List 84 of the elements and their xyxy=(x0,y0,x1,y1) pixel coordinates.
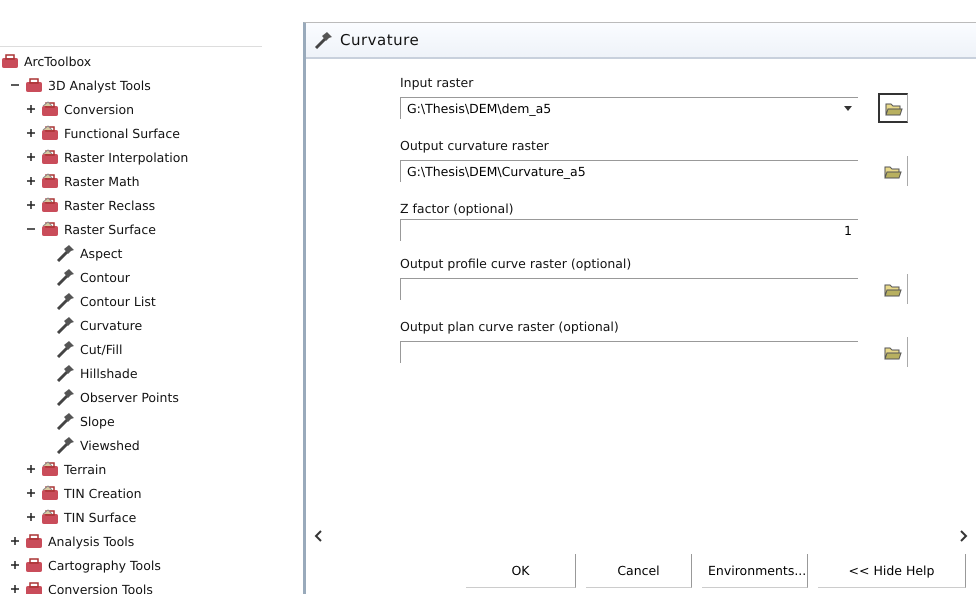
toolset-icon xyxy=(40,221,60,237)
expand-icon[interactable] xyxy=(27,489,35,497)
toolbox-icon xyxy=(24,581,44,594)
tree-item[interactable]: Conversion xyxy=(64,102,134,116)
tree-item[interactable]: Raster Reclass xyxy=(64,198,156,212)
expand-icon[interactable] xyxy=(11,561,19,569)
hammer-icon xyxy=(56,340,76,358)
dialog-button[interactable]: << Hide Help xyxy=(818,554,966,588)
expand-icon[interactable] xyxy=(11,585,19,593)
input-field[interactable]: G:\Thesis\DEM\Curvature_a5 xyxy=(400,160,858,182)
toolset-icon xyxy=(40,485,60,501)
dialog-button[interactable]: Environments... xyxy=(702,554,808,588)
tree-item[interactable]: Viewshed xyxy=(80,438,140,452)
expand-icon[interactable] xyxy=(11,537,19,545)
tree-item[interactable]: TIN Surface xyxy=(64,510,136,524)
toolbox-icon xyxy=(24,557,44,573)
hammer-icon xyxy=(56,364,76,382)
input-field[interactable]: 1 xyxy=(400,219,858,241)
tree-item[interactable]: Observer Points xyxy=(80,390,179,404)
hammer-icon xyxy=(56,388,76,406)
tree-item[interactable]: Raster Math xyxy=(64,174,140,188)
folder-icon xyxy=(884,100,902,116)
toolbox-icon xyxy=(24,77,44,93)
expand-icon[interactable] xyxy=(27,201,35,209)
tree-item[interactable]: Cut/Fill xyxy=(80,342,122,356)
tree-item[interactable]: Aspect xyxy=(80,246,122,260)
tree-item[interactable]: Raster Interpolation xyxy=(64,150,188,164)
expand-icon[interactable] xyxy=(27,153,35,161)
field-value: 1 xyxy=(844,223,852,238)
folder-icon xyxy=(884,282,902,296)
toolset-icon xyxy=(40,125,60,141)
tree-item[interactable]: Functional Surface xyxy=(64,126,180,140)
field-label: Output plan curve raster (optional) xyxy=(400,319,620,334)
tree-item[interactable]: ArcToolbox xyxy=(24,54,92,68)
dropdown-field[interactable]: G:\Thesis\DEM\dem_a5 xyxy=(400,97,858,119)
scroll-right-icon[interactable] xyxy=(958,530,968,542)
tree-item[interactable]: Hillshade xyxy=(80,366,138,380)
dialog-button[interactable]: OK xyxy=(466,554,576,588)
toolbox-icon xyxy=(24,533,44,549)
hammer-icon xyxy=(56,316,76,334)
tree-item[interactable]: Analysis Tools xyxy=(48,534,134,548)
hammer-icon xyxy=(56,244,76,262)
toolset-icon xyxy=(40,197,60,213)
field-label: Output curvature raster xyxy=(400,138,550,153)
toolset-icon xyxy=(40,173,60,189)
dialog-button[interactable]: Cancel xyxy=(586,554,692,588)
input-field[interactable] xyxy=(400,341,858,363)
field-label: Input raster xyxy=(400,75,474,90)
tree-item[interactable]: Contour xyxy=(80,270,130,284)
scroll-left-icon[interactable] xyxy=(314,530,324,542)
expand-icon[interactable] xyxy=(27,129,35,137)
tree-item[interactable]: Contour List xyxy=(80,294,156,308)
expand-icon[interactable] xyxy=(27,513,35,521)
tree-item[interactable]: Cartography Tools xyxy=(48,558,161,572)
expand-icon[interactable] xyxy=(27,465,35,473)
expand-icon[interactable] xyxy=(27,177,35,185)
browse-button[interactable] xyxy=(878,93,908,123)
hammer-icon xyxy=(56,292,76,310)
tree-item[interactable]: Terrain xyxy=(64,462,106,476)
hammer-icon xyxy=(56,436,76,454)
field-label: Z factor (optional) xyxy=(400,201,515,216)
tree-item[interactable]: TIN Creation xyxy=(64,486,142,500)
tree-item[interactable]: 3D Analyst Tools xyxy=(48,78,151,92)
toolset-icon xyxy=(40,461,60,477)
hammer-icon xyxy=(56,268,76,286)
folder-icon xyxy=(884,164,902,178)
folder-icon xyxy=(884,344,902,360)
input-field[interactable] xyxy=(400,278,858,300)
tree-item[interactable]: Conversion Tools xyxy=(48,582,153,594)
toolset-icon xyxy=(40,509,60,525)
expand-icon[interactable] xyxy=(27,105,35,113)
field-value: G:\Thesis\DEM\Curvature_a5 xyxy=(407,164,586,179)
tree-item[interactable]: Curvature xyxy=(80,318,142,332)
tree-item[interactable]: Raster Surface xyxy=(64,222,156,236)
caret-icon xyxy=(844,106,852,111)
toolbox-icon xyxy=(0,53,20,69)
dialog-title: Curvature xyxy=(340,31,420,49)
tree-item[interactable]: Slope xyxy=(80,414,115,428)
toolset-icon xyxy=(40,101,60,117)
field-value: G:\Thesis\DEM\dem_a5 xyxy=(407,101,552,116)
hammer-icon xyxy=(56,412,76,430)
hammer-icon xyxy=(314,31,334,49)
toolset-icon xyxy=(40,149,60,165)
field-label: Output profile curve raster (optional) xyxy=(400,256,632,271)
